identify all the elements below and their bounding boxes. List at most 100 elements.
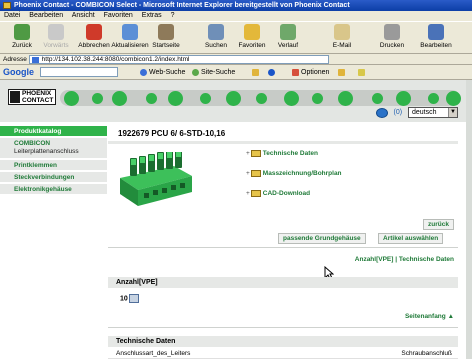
home-button[interactable]: Startseite — [146, 24, 186, 49]
back-arrow-icon — [14, 24, 30, 40]
search-icon — [208, 24, 224, 40]
cart-count[interactable]: (0) — [393, 109, 402, 116]
web-search-icon — [140, 68, 147, 76]
folder-icon — [250, 150, 261, 157]
window-title-bar: Phoenix Contact - COMBICON Select - Micr… — [0, 0, 472, 11]
stop-icon — [86, 24, 102, 40]
highlight-button[interactable] — [358, 65, 367, 80]
chevron-down-icon: ▼ — [448, 108, 457, 117]
link-technische-daten[interactable]: + Technische Daten — [246, 150, 318, 157]
history-button[interactable]: Verlauf — [268, 24, 308, 49]
print-button[interactable]: Drucken — [372, 24, 412, 49]
window-title: Phoenix Contact - COMBICON Select - Micr… — [14, 2, 350, 9]
link-cad-download[interactable]: + CAD-Download — [246, 190, 310, 197]
decorative-dot — [446, 91, 461, 106]
menu-item-extras[interactable]: Extras — [142, 12, 162, 19]
folder-icon — [250, 170, 261, 177]
decorative-dot — [146, 93, 157, 104]
section-header-vpe: Anzahl[VPE] — [108, 277, 458, 288]
menu-item-help[interactable]: ? — [171, 12, 175, 19]
stop-button[interactable]: Abbrechen — [74, 24, 114, 49]
address-url: http://134.102.38.244:8080/combicon1.2/i… — [41, 56, 190, 63]
address-bar: Adresse http://134.102.38.244:8080/combi… — [0, 54, 472, 65]
menu-item-datei[interactable]: Datei — [4, 12, 20, 19]
product-title: 1922679 PCU 6/ 6-STD-10,16 — [118, 129, 226, 138]
sidebar: Produktkatalog COMBICON Leiterplattenans… — [0, 126, 107, 196]
expand-plus-icon: + — [246, 150, 250, 158]
browser-toolbar: Zurück Vorwärts Abbrechen Aktualisieren … — [0, 21, 472, 54]
google-search-input[interactable] — [40, 67, 118, 77]
favorites-star-icon — [244, 24, 260, 40]
folder-icon — [338, 68, 345, 76]
pagerank-icon[interactable] — [252, 65, 261, 80]
history-icon — [280, 24, 296, 40]
mail-button[interactable]: E-Mail — [322, 24, 362, 49]
folder-icon — [250, 190, 261, 197]
menu-item-bearbeiten[interactable]: Bearbeiten — [29, 12, 63, 19]
terminal-block-image — [120, 152, 192, 206]
page-icon — [31, 57, 39, 63]
expand-plus-icon: + — [246, 170, 250, 178]
sidebar-item-elektronikgehaeuse[interactable]: Elektronikgehäuse — [0, 184, 107, 196]
menu-item-ansicht[interactable]: Ansicht — [72, 12, 95, 19]
forward-button[interactable]: Vorwärts — [36, 24, 76, 49]
forward-arrow-icon — [48, 24, 64, 40]
highlighter-icon — [358, 68, 365, 76]
decorative-dot — [396, 91, 411, 106]
mail-icon — [334, 24, 350, 40]
google-toolbar: Google Web-Suche Site-Suche Optionen — [0, 65, 472, 80]
edit-icon — [428, 24, 444, 40]
decorative-dot — [284, 91, 299, 106]
link-masszeichnung[interactable]: + Masszeichnung/Bohrplan — [246, 170, 342, 177]
site-header: PHOENIX CONTACT (0) deutsch ▼ — [0, 80, 472, 122]
site-search-button[interactable]: Site-Suche — [192, 65, 235, 80]
language-select[interactable]: deutsch ▼ — [408, 107, 458, 118]
decorative-dot — [200, 93, 211, 104]
decorative-dot — [312, 93, 323, 104]
table-row: Anschlussart_des_Leiters Schraubanschluß — [108, 349, 458, 359]
section-header-tech: Technische Daten — [108, 336, 458, 347]
divider — [108, 327, 458, 328]
address-input[interactable]: http://134.102.38.244:8080/combicon1.2/i… — [28, 55, 329, 64]
web-search-button[interactable]: Web-Suche — [140, 65, 185, 80]
home-icon — [158, 24, 174, 40]
decorative-dot — [64, 91, 79, 106]
back-link-button[interactable]: zurück — [423, 219, 454, 230]
bookmark-menu-button[interactable] — [338, 65, 347, 80]
decorative-dot — [338, 91, 353, 106]
decorative-dot — [256, 93, 267, 104]
package-icon — [128, 294, 139, 303]
tech-row-value: Schraubanschluß — [401, 350, 452, 357]
sidebar-item-produktkatalog[interactable]: Produktkatalog — [0, 126, 107, 138]
options-icon — [292, 68, 299, 76]
printer-icon — [384, 24, 400, 40]
site-search-icon — [192, 68, 199, 76]
address-label: Adresse — [3, 56, 27, 63]
decorative-dot — [226, 91, 241, 106]
info-button[interactable] — [268, 65, 277, 80]
page-top-link[interactable]: Seitenanfang ▲ — [405, 313, 454, 320]
menu-item-favoriten[interactable]: Favoriten — [104, 12, 133, 19]
select-article-button[interactable]: Artikel auswählen — [378, 233, 444, 244]
options-button[interactable]: Optionen — [292, 65, 329, 80]
edit-button[interactable]: Bearbeiten — [416, 24, 456, 49]
phoenix-contact-logo[interactable]: PHOENIX CONTACT — [8, 89, 56, 105]
decorative-dot — [372, 93, 383, 104]
anchor-links[interactable]: Anzahl[VPE] | Technische Daten — [355, 256, 454, 263]
decorative-dot — [112, 91, 127, 106]
refresh-button[interactable]: Aktualisieren — [110, 24, 150, 49]
ie-page-icon — [3, 2, 11, 9]
decorative-dot — [92, 93, 103, 104]
sidebar-item-combicon[interactable]: COMBICON Leiterplattenanschluss — [0, 138, 107, 160]
expand-plus-icon: + — [246, 190, 250, 198]
vpe-value: 10 — [120, 294, 139, 303]
decorative-dot — [168, 91, 183, 106]
google-logo[interactable]: Google — [3, 65, 34, 80]
sidebar-item-combicon-sub: Leiterplattenanschluss — [14, 148, 79, 155]
cart-icon[interactable] — [375, 107, 388, 118]
search-button[interactable]: Suchen — [196, 24, 236, 49]
matching-housing-button[interactable]: passende Grundgehäuse — [278, 233, 366, 244]
sidebar-item-steckverbindungen[interactable]: Steckverbindungen — [0, 172, 107, 184]
favorites-button[interactable]: Favoriten — [232, 24, 272, 49]
sidebar-item-printklemmen[interactable]: Printklemmen — [0, 160, 107, 172]
